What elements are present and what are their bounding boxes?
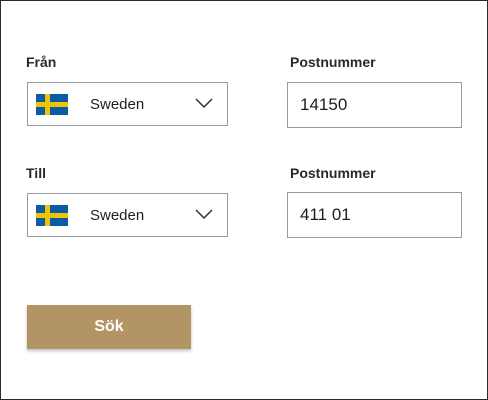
chevron-down-icon [195,98,213,109]
from-postal-input[interactable] [287,82,462,128]
to-country-value: Sweden [90,207,145,224]
sweden-flag-icon [36,94,68,115]
from-label: Från [26,54,57,70]
from-country-select[interactable]: Sweden [27,82,228,126]
from-country-value: Sweden [90,96,145,113]
to-country-select[interactable]: Sweden [27,193,228,237]
from-postal-label: Postnummer [290,54,376,70]
to-label: Till [26,165,46,181]
search-button[interactable]: Sök [27,305,191,349]
form-container: Från Postnummer Sweden Till Postnummer S… [0,0,488,400]
chevron-down-icon [195,209,213,220]
to-postal-label: Postnummer [290,165,376,181]
sweden-flag-icon [36,205,68,226]
to-postal-input[interactable] [287,192,462,238]
